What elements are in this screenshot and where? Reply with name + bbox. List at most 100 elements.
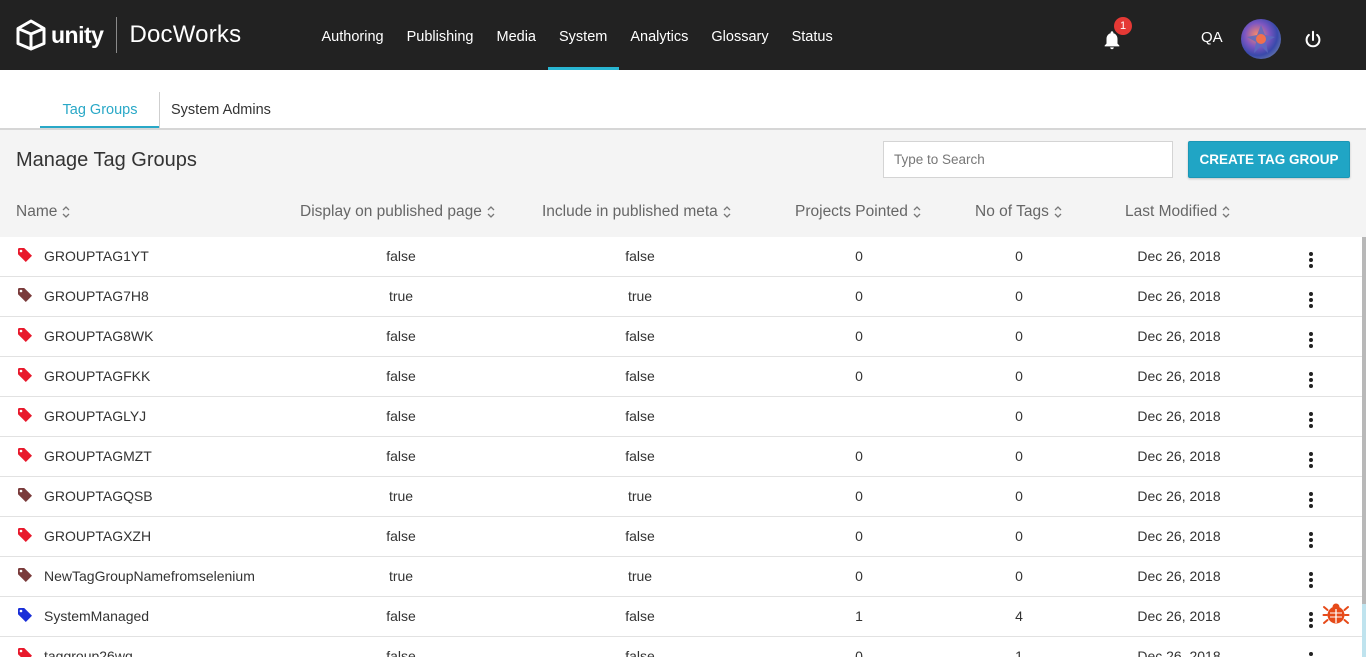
column-label: Last Modified <box>1125 203 1218 220</box>
brand-name: unity <box>51 21 104 48</box>
table-row[interactable]: taggroup26wq false false 0 1 Dec 26, 2018 <box>0 637 1362 657</box>
nav-analytics[interactable]: Analytics <box>619 0 700 70</box>
cell-name[interactable]: GROUPTAG7H8 <box>44 277 149 317</box>
more-vertical-icon[interactable] <box>1304 251 1318 269</box>
cell-meta: true <box>627 288 653 304</box>
more-vertical-icon[interactable] <box>1304 611 1318 629</box>
table-row[interactable]: GROUPTAGQSB true true 0 0 Dec 26, 2018 <box>0 477 1362 517</box>
cell-modified: Dec 26, 2018 <box>1137 488 1221 504</box>
column-header-modified[interactable]: Last Modified <box>1125 203 1230 221</box>
cell-meta: false <box>625 328 655 344</box>
power-icon[interactable] <box>1302 29 1324 51</box>
cell-name[interactable]: GROUPTAG8WK <box>44 317 153 357</box>
column-header-projects[interactable]: Projects Pointed <box>795 203 921 221</box>
table-row[interactable]: GROUPTAG1YT false false 0 0 Dec 26, 2018 <box>0 237 1362 277</box>
more-vertical-icon[interactable] <box>1304 331 1318 349</box>
nav-authoring[interactable]: Authoring <box>310 0 395 70</box>
cell-modified: Dec 26, 2018 <box>1137 248 1221 264</box>
cell-tags: 0 <box>1015 568 1023 584</box>
more-vertical-icon[interactable] <box>1304 411 1318 429</box>
nav-publishing[interactable]: Publishing <box>395 0 485 70</box>
scrollbar-thumb[interactable] <box>1362 237 1366 604</box>
bug-icon[interactable] <box>1322 600 1350 628</box>
more-vertical-icon[interactable] <box>1304 531 1318 549</box>
tag-icon <box>18 368 32 382</box>
cell-tags: 0 <box>1015 368 1023 384</box>
table-row[interactable]: GROUPTAGLYJ false false 0 Dec 26, 2018 <box>0 397 1362 437</box>
cell-display: false <box>386 368 416 384</box>
tag-icon <box>18 608 32 622</box>
cell-name[interactable]: NewTagGroupNamefromselenium <box>44 557 255 597</box>
tag-icon <box>18 448 32 462</box>
more-vertical-icon[interactable] <box>1304 491 1318 509</box>
cell-projects: 0 <box>855 248 863 264</box>
nav-system[interactable]: System <box>547 0 620 70</box>
cell-modified: Dec 26, 2018 <box>1137 408 1221 424</box>
cell-name[interactable]: GROUPTAGQSB <box>44 477 153 517</box>
column-header-display[interactable]: Display on published page <box>300 203 495 221</box>
nav-glossary[interactable]: Glossary <box>700 0 780 70</box>
create-tag-group-button[interactable]: CREATE TAG GROUP <box>1188 141 1350 178</box>
scrollbar-lower <box>1362 604 1366 657</box>
cell-modified: Dec 26, 2018 <box>1137 328 1221 344</box>
table-row[interactable]: NewTagGroupNamefromselenium true true 0 0 Dec… <box>0 557 1362 597</box>
cell-meta: false <box>625 528 655 544</box>
table-row[interactable]: GROUPTAG8WK false false 0 0 Dec 26, 2018 <box>0 317 1362 357</box>
tag-icon <box>18 528 32 542</box>
more-vertical-icon[interactable] <box>1304 451 1318 469</box>
cell-tags: 1 <box>1015 648 1023 657</box>
nav-media[interactable]: Media <box>485 0 548 70</box>
cell-projects: 0 <box>855 488 863 504</box>
avatar[interactable] <box>1241 19 1281 59</box>
tab-system-admins[interactable]: System Admins <box>171 70 271 128</box>
cell-projects: 0 <box>855 648 863 657</box>
cell-name[interactable]: GROUPTAGLYJ <box>44 397 146 437</box>
cell-name[interactable]: SystemManaged <box>44 597 149 637</box>
table-row[interactable]: GROUPTAGFKK false false 0 0 Dec 26, 2018 <box>0 357 1362 397</box>
cell-tags: 0 <box>1015 408 1023 424</box>
sort-icon <box>487 206 495 218</box>
more-vertical-icon[interactable] <box>1304 291 1318 309</box>
cell-name[interactable]: taggroup26wq <box>44 637 133 657</box>
cell-modified: Dec 26, 2018 <box>1137 368 1221 384</box>
cell-modified: Dec 26, 2018 <box>1137 608 1221 624</box>
more-vertical-icon[interactable] <box>1304 571 1318 589</box>
sort-icon <box>1054 206 1062 218</box>
tag-icon <box>18 488 32 502</box>
table-row[interactable]: GROUPTAGMZT false false 0 0 Dec 26, 2018 <box>0 437 1362 477</box>
cell-name[interactable]: GROUPTAGMZT <box>44 437 152 477</box>
table-row[interactable]: SystemManaged false false 1 4 Dec 26, 2018 <box>0 597 1362 637</box>
cell-name[interactable]: GROUPTAG1YT <box>44 237 149 277</box>
cell-projects: 0 <box>855 448 863 464</box>
search-input[interactable] <box>883 141 1173 178</box>
column-header-tags[interactable]: No of Tags <box>975 203 1062 221</box>
top-nav-bar: unity DocWorks Authoring Publishing Medi… <box>0 0 1366 70</box>
more-vertical-icon[interactable] <box>1304 651 1318 657</box>
tab-tag-groups[interactable]: Tag Groups <box>40 70 160 128</box>
cell-display: false <box>386 448 416 464</box>
cell-display: false <box>386 248 416 264</box>
cell-tags: 0 <box>1015 528 1023 544</box>
cell-name[interactable]: GROUPTAGFKK <box>44 357 150 397</box>
cell-name[interactable]: GROUPTAGXZH <box>44 517 151 557</box>
cell-meta: false <box>625 368 655 384</box>
nav-status[interactable]: Status <box>780 0 844 70</box>
tag-icon <box>18 568 32 582</box>
cell-meta: true <box>627 488 653 504</box>
column-label: Projects Pointed <box>795 203 908 220</box>
cell-projects: 0 <box>855 328 863 344</box>
column-header-meta[interactable]: Include in published meta <box>542 203 731 221</box>
cell-projects: 0 <box>855 528 863 544</box>
avatar-image <box>1247 25 1275 53</box>
table-row[interactable]: GROUPTAGXZH false false 0 0 Dec 26, 2018 <box>0 517 1362 557</box>
more-vertical-icon[interactable] <box>1304 371 1318 389</box>
cell-display: true <box>388 288 414 304</box>
column-header-name[interactable]: Name <box>16 203 70 221</box>
cell-modified: Dec 26, 2018 <box>1137 448 1221 464</box>
logo[interactable]: unity DocWorks <box>15 17 241 53</box>
cell-tags: 0 <box>1015 288 1023 304</box>
user-initials[interactable]: QA <box>1201 29 1223 46</box>
table-row[interactable]: GROUPTAG7H8 true true 0 0 Dec 26, 2018 <box>0 277 1362 317</box>
cell-projects: 0 <box>855 288 863 304</box>
cell-projects: 0 <box>855 568 863 584</box>
